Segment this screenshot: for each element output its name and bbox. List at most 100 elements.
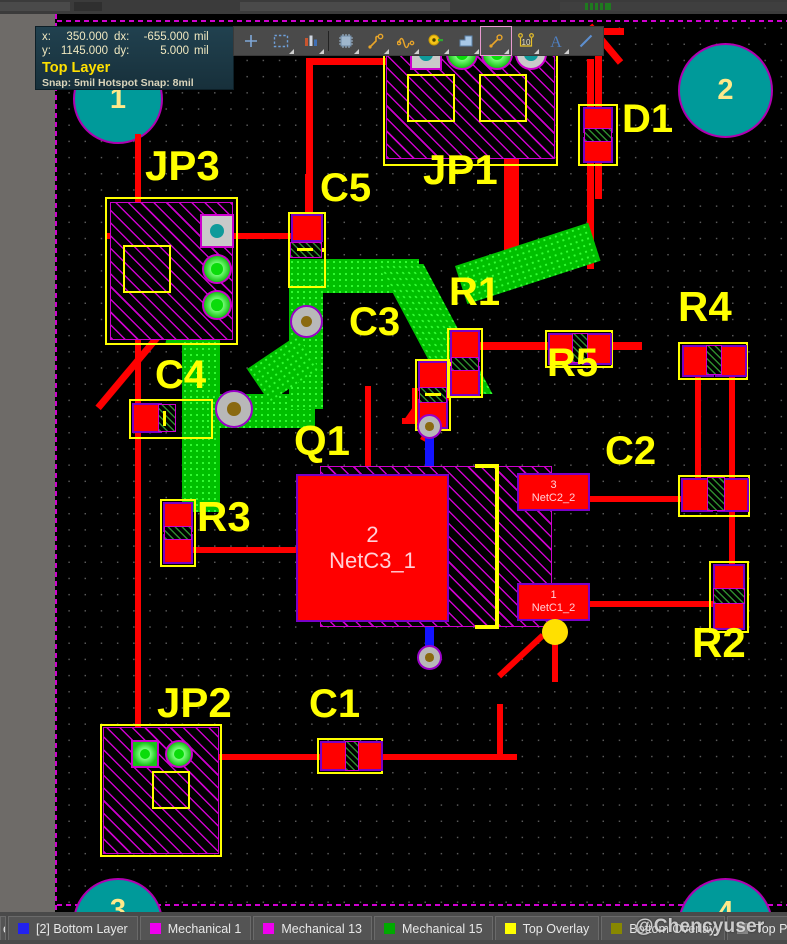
board-outline-left <box>55 14 57 912</box>
place-line-icon[interactable] <box>236 27 266 55</box>
select-region-icon[interactable] <box>266 27 296 55</box>
coord-dy-key: dy: <box>114 45 130 58</box>
designator-c4[interactable]: C4 <box>155 355 206 395</box>
c3-pad-1[interactable] <box>418 361 448 391</box>
c5-polarity-mark <box>297 248 313 251</box>
designator-jp3[interactable]: JP3 <box>145 145 220 187</box>
track-segment[interactable] <box>377 754 517 760</box>
track-segment[interactable] <box>135 399 141 759</box>
q1-pad-3-net: NetC2_2 <box>531 492 576 504</box>
track-segment[interactable] <box>587 601 717 607</box>
designator-r5[interactable]: R5 <box>547 343 598 383</box>
layer-tab-label: Top Paste <box>755 921 787 936</box>
via-jp3-c5[interactable] <box>290 305 323 338</box>
jp1-pin-marker-b <box>479 74 527 122</box>
pcb-editor-window: 1 2 3 4 JP3 JP1 JP2 D1 C5 C3 C4 C2 C1 R1… <box>0 0 787 944</box>
layer-color-swatch <box>504 923 516 934</box>
layer-tab-label: Mechanical 15 <box>401 921 483 936</box>
jp3-pad-3[interactable] <box>202 290 232 320</box>
coord-dy-value: 5.000 <box>160 45 189 58</box>
designator-jp2[interactable]: JP2 <box>157 682 232 724</box>
via-q1-bottom[interactable] <box>417 645 442 670</box>
q1-silkscreen-edge <box>495 464 499 629</box>
d1-pad-2[interactable] <box>583 137 613 163</box>
jp3-pad-1[interactable] <box>200 214 234 248</box>
designator-q1[interactable]: Q1 <box>294 420 350 462</box>
interactive-routing-icon[interactable] <box>361 27 391 55</box>
differential-pair-route-icon[interactable] <box>391 27 421 55</box>
designator-c5[interactable]: C5 <box>320 168 371 208</box>
q1-silkscreen-edge <box>475 464 499 468</box>
menu-fragment <box>74 2 102 11</box>
jp3-pad-2[interactable] <box>202 254 232 284</box>
place-pad-icon[interactable] <box>421 27 451 55</box>
designator-r4[interactable]: R4 <box>678 286 732 328</box>
place-dimension-icon[interactable]: 10 <box>511 27 541 55</box>
q1-pad-1[interactable]: 1 NetC1_2 <box>517 583 590 621</box>
r1-pad-2[interactable] <box>450 366 480 396</box>
coord-row-x: x: 350.000 dx: -655.000 mil <box>42 30 227 44</box>
active-layer-label: Top Layer <box>42 59 111 76</box>
pcb-board-area[interactable]: 1 2 3 4 JP3 JP1 JP2 D1 C5 C3 C4 C2 C1 R1… <box>55 14 787 913</box>
via-q1-top[interactable] <box>417 414 442 439</box>
layer-color-swatch <box>383 923 395 934</box>
layer-tab-bottom-overlay[interactable]: Bottom Overlay <box>601 916 726 940</box>
layer-tab-top-paste[interactable]: Top Paste <box>727 916 787 940</box>
svg-text:A: A <box>550 34 562 50</box>
place-polygon-pour-icon[interactable] <box>296 27 326 55</box>
coord-x-key: x: <box>42 31 51 43</box>
q1-pad-3-number: 3 <box>550 478 557 491</box>
mounting-hole-label: 4 <box>717 896 734 912</box>
layer-tab-mechanical-13[interactable]: Mechanical 13 <box>253 916 372 940</box>
r4-body <box>706 345 722 375</box>
coord-x-value: 350.000 <box>66 31 108 43</box>
layer-tab-bottom-layer[interactable]: [2] Bottom Layer <box>8 916 138 940</box>
designator-r3[interactable]: R3 <box>197 496 251 538</box>
designator-c1[interactable]: C1 <box>309 684 360 724</box>
layer-tab-label: [2] Bottom Layer <box>36 921 128 936</box>
placement-toolbar[interactable]: 10 A <box>233 26 604 56</box>
place-component-icon[interactable] <box>331 27 361 55</box>
designator-r2[interactable]: R2 <box>692 622 746 664</box>
designator-c2[interactable]: C2 <box>605 431 656 471</box>
r1-pad-1[interactable] <box>450 330 480 362</box>
jp2-pad-2[interactable] <box>165 740 193 768</box>
layer-tab-label: Bottom Overlay <box>629 921 716 936</box>
q1-pad-2[interactable]: 2 NetC3_1 <box>296 474 449 622</box>
q1-pad-1-number: 1 <box>550 588 557 601</box>
layer-tab-top-layer[interactable]: er <box>0 916 6 940</box>
via-c4[interactable] <box>215 390 253 428</box>
layer-tab-top-overlay[interactable]: Top Overlay <box>494 916 600 940</box>
layer-color-swatch <box>737 923 749 934</box>
mounting-hole-label: 3 <box>109 893 127 913</box>
layer-tab-mechanical-1[interactable]: Mechanical 1 <box>139 916 252 940</box>
place-string-icon[interactable]: A <box>541 27 571 55</box>
track-segment[interactable] <box>497 704 503 759</box>
designator-r1[interactable]: R1 <box>449 272 500 312</box>
place-track-icon[interactable] <box>571 27 601 55</box>
layer-tab-bar[interactable]: er [2] Bottom Layer Mechanical 1 Mechani… <box>0 912 787 944</box>
coord-row-y: y: 1145.000 dy: 5.000 mil <box>42 44 227 58</box>
pcb-canvas[interactable]: 1 2 3 4 JP3 JP1 JP2 D1 C5 C3 C4 C2 C1 R1… <box>0 14 787 912</box>
jp2-pin1-marker <box>152 771 190 809</box>
track-segment[interactable] <box>306 58 391 65</box>
mounting-hole-2[interactable]: 2 <box>678 43 773 138</box>
designator-c3[interactable]: C3 <box>349 302 400 342</box>
d1-body <box>584 128 612 142</box>
place-via-icon[interactable] <box>480 26 512 56</box>
q1-pad-2-net: NetC3_1 <box>329 548 416 573</box>
q1-pad-1-net: NetC1_2 <box>531 602 576 614</box>
svg-text:10: 10 <box>522 38 531 47</box>
c4-pad-1[interactable] <box>132 403 162 433</box>
board-outline-bottom <box>57 904 787 906</box>
designator-d1[interactable]: D1 <box>622 99 673 139</box>
c5-pad-1[interactable] <box>291 214 323 242</box>
c3-polarity-mark <box>425 393 441 396</box>
selected-via-highlight[interactable] <box>542 619 568 645</box>
designator-jp1[interactable]: JP1 <box>423 149 498 191</box>
layer-tab-mechanical-15[interactable]: Mechanical 15 <box>373 916 493 940</box>
q1-pad-3[interactable]: 3 NetC2_2 <box>517 473 590 511</box>
jp2-pad-1[interactable] <box>131 740 159 768</box>
place-fill-icon[interactable] <box>451 27 481 55</box>
c1-body <box>345 741 359 771</box>
